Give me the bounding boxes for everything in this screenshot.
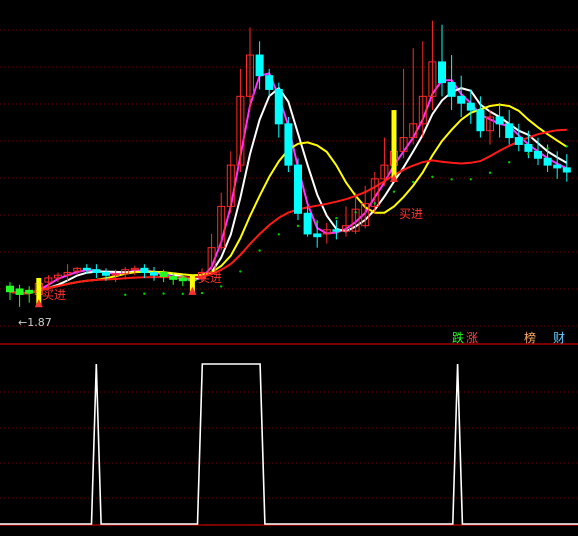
support-dot: [220, 285, 223, 288]
candle-down: [150, 271, 158, 276]
support-dot: [200, 291, 204, 295]
support-dot: [565, 145, 568, 148]
candle-down: [82, 267, 91, 271]
legend-label-cai: 财: [553, 331, 565, 345]
support-dot: [354, 211, 357, 214]
candle-down: [274, 88, 283, 125]
legend-label-bang: 榜: [524, 330, 536, 345]
candle-down: [169, 276, 178, 280]
support-dot: [296, 224, 300, 228]
support-dot: [450, 178, 453, 181]
candle-down: [6, 285, 14, 293]
support-dot: [316, 221, 319, 224]
candle-down: [505, 123, 514, 139]
signal-bar: [391, 110, 397, 180]
support-dot: [527, 152, 530, 156]
candle-down: [25, 289, 34, 294]
candle-down: [159, 271, 168, 278]
candle-down: [303, 212, 312, 235]
support-dot: [546, 147, 549, 150]
stock-chart: ←1.87 跌 涨 榜 财 买进 买进 买进: [0, 0, 578, 536]
support-dot: [277, 233, 280, 236]
candle-down: [15, 288, 24, 295]
support-dot: [412, 180, 415, 184]
legend-label-die: 跌: [452, 330, 464, 345]
candle-down: [438, 61, 446, 84]
candle-down: [313, 233, 322, 238]
support-dot: [431, 175, 434, 179]
support-dot: [181, 292, 184, 296]
support-dot: [335, 217, 338, 220]
candle-down: [466, 102, 475, 111]
buy-signal-label-3: 买进: [399, 207, 423, 221]
candle-down: [534, 150, 542, 159]
candle-down: [332, 229, 341, 232]
candle-down: [562, 167, 571, 173]
candle-down: [514, 137, 523, 145]
legend-label-zhang: 涨: [466, 330, 478, 345]
candle-down: [140, 267, 149, 273]
support-dot: [258, 249, 261, 252]
candle-down: [178, 277, 187, 282]
buy-signal-label-1: 买进: [42, 288, 66, 302]
candle-down: [476, 109, 485, 132]
support-dot: [373, 202, 376, 205]
support-dot: [508, 161, 511, 164]
candle-down: [447, 82, 456, 97]
candle-down: [255, 54, 264, 77]
support-dot: [488, 171, 492, 174]
candle-down: [495, 116, 504, 125]
candle-down: [284, 123, 293, 166]
support-dot: [239, 270, 242, 273]
support-dot: [392, 190, 396, 193]
support-dot: [143, 292, 146, 295]
low-price-marker: ←1.87: [18, 316, 52, 329]
candle-down: [553, 164, 562, 169]
candle-down: [92, 269, 101, 273]
candle-down: [543, 157, 552, 166]
candle-down: [294, 164, 302, 214]
candle-down: [457, 95, 466, 104]
candle-down: [265, 75, 274, 90]
support-dot: [162, 292, 165, 295]
support-dot: [469, 178, 472, 181]
support-dot: [124, 293, 127, 296]
buy-signal-label-2: 买进: [198, 271, 222, 285]
candle-down: [524, 143, 533, 152]
candle-down: [102, 271, 110, 276]
